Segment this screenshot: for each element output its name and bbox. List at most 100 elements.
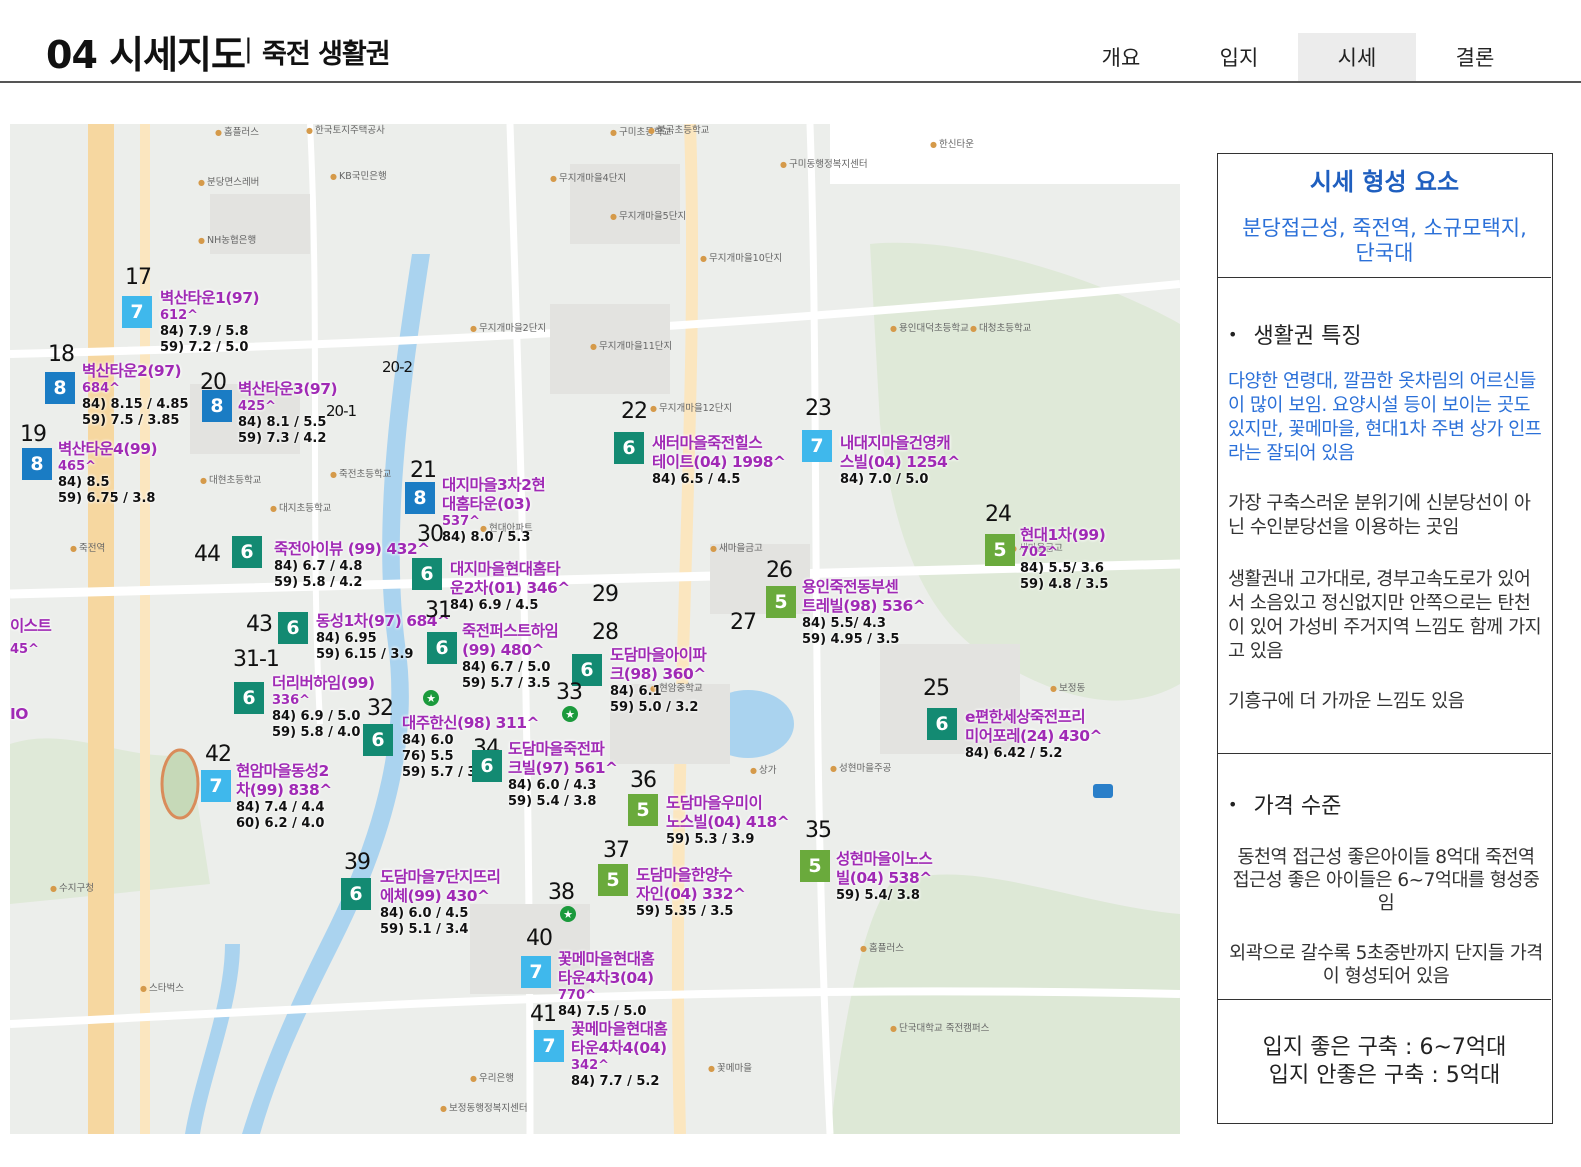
page-header: 04 시세지도 | 죽전 생활권 개요 입지 시세 결론 — [0, 0, 1581, 84]
apartment-name: 내대지마을건영캐 — [840, 434, 951, 452]
price-map[interactable]: 한국토지주택공사홈플러스분당면스레버KB국민은행NH농협은행무지개마을4단지무지… — [10, 124, 1180, 1134]
apartment-name: 도담마을죽전파 — [508, 740, 605, 758]
area-features-note-1: 가장 구축스러운 분위기에 신분당선이 아닌 수인분당선을 이용하는 곳임 — [1228, 493, 1531, 539]
apartment-name: 트레빌(98) 536^ — [802, 596, 926, 615]
complex-number: 25 — [923, 676, 950, 701]
apartment-label[interactable]: 새터마을죽전힐스 테이트(04) 1998^ 84) 6.5 / 4.5 — [652, 434, 786, 488]
price-line: 84) 5.5/ 3.6 — [1020, 560, 1104, 576]
complex-number: 31-1 — [233, 647, 280, 672]
apartment-label[interactable]: 성현마을이노스 빌(04) 538^ 59) 5.4/ 3.8 — [836, 850, 933, 904]
price-band-badge[interactable]: 6 — [341, 878, 371, 910]
price-band-badge[interactable]: 6 — [427, 632, 457, 664]
household-count: 465^ — [58, 458, 97, 474]
price-band-badge[interactable]: 5 — [800, 850, 830, 882]
price-line: 84) 6.7 / 5.0 — [462, 659, 551, 675]
price-line: 84) 7.5 / 5.0 — [558, 1003, 647, 1019]
complex-number: 28 — [592, 620, 619, 645]
price-line: 84) 7.9 / 5.8 — [160, 323, 249, 339]
apartment-name: 자인(04) 332^ — [636, 884, 746, 903]
price-line: 59) 7.5 / 3.85 — [82, 412, 180, 428]
tab-location[interactable]: 입지 — [1180, 33, 1298, 81]
apartment-label[interactable]: 현대1차(99) 702^ 84) 5.5/ 3.6 59) 4.8 / 3.5 — [1020, 526, 1108, 592]
map-poi-label: 상가 — [750, 765, 776, 776]
header-divider — [0, 81, 1581, 83]
apartment-label[interactable]: 용인죽전동부센 트레빌(98) 536^ 84) 5.5/ 4.3 59) 4.95 … — [802, 578, 926, 648]
apartment-name: 꽃메마을현대홈 — [571, 1020, 668, 1038]
apartment-label[interactable]: 벽산타운3(97) 425^ 84) 8.1 / 5.5 59) 7.3 / 4.2 — [238, 380, 338, 446]
map-poi-label: 무지개마을2단지 — [470, 323, 546, 334]
price-band-badge[interactable]: 5 — [985, 534, 1015, 566]
apartment-label[interactable]: 죽전퍼스트하임 (99) 480^ 84) 6.7 / 5.0 59) 5.7 / 3… — [462, 622, 559, 692]
apartment-label[interactable]: 벽산타운1(97) 612^ 84) 7.9 / 5.8 59) 7.2 / 5.0 — [160, 289, 260, 355]
apartment-label[interactable]: 도담마을아이파 크(98) 360^ 84) 6.1 59) 5.0 / 3.2 — [610, 646, 707, 716]
apartment-name: 도담마을한양수 — [636, 866, 733, 884]
apartment-name: 죽전퍼스트하임 — [462, 622, 559, 640]
apartment-label[interactable]: 꽃메마을현대홈 타운4차3(04) 770^ 84) 7.5 / 5.0 — [558, 950, 655, 1020]
complex-number: 36 — [630, 768, 657, 793]
apartment-label[interactable]: 더리버하임(99) 336^ 84) 6.9 / 5.0 59) 5.8 / 4.0 — [272, 674, 375, 740]
apartment-label[interactable]: 죽전아이뷰 (99) 432^ 84) 6.7 / 4.8 59) 5.8 / 4.… — [274, 540, 430, 591]
apartment-label[interactable]: 현암마을동성2 차(99) 838^ 84) 7.4 / 4.4 60) 6.2 / … — [236, 762, 332, 832]
area-features-note-3: 기흥구에 더 가까운 느낌도 있음 — [1228, 691, 1465, 712]
map-poi-label: 무지개마을5단지 — [610, 211, 686, 222]
price-band-badge[interactable]: 7 — [122, 296, 152, 328]
price-band-badge[interactable]: 7 — [521, 956, 551, 988]
complex-number: 29 — [592, 582, 619, 607]
price-band-badge[interactable]: 7 — [802, 430, 832, 462]
tab-price[interactable]: 시세 — [1298, 33, 1416, 81]
price-band-badge[interactable]: 6 — [278, 612, 308, 644]
apartment-name: 차(99) 838^ — [236, 780, 332, 799]
complex-number: 40 — [526, 926, 553, 951]
price-band-badge[interactable]: 6 — [363, 724, 393, 756]
apartment-name: 새터마을죽전힐스 — [652, 434, 763, 452]
apartment-label[interactable]: 벽산타운4(99) 465^ 84) 8.5 59) 6.75 / 3.8 — [58, 440, 158, 506]
price-band-badge[interactable]: 8 — [405, 482, 435, 514]
apartment-label[interactable]: 대지마을현대홈타 운2차(01) 346^ 84) 6.9 / 4.5 — [450, 560, 570, 614]
complex-number: 43 — [246, 612, 273, 637]
price-band-badge[interactable]: 7 — [534, 1030, 564, 1062]
summary-good-location: 입지 좋은 구축 : 6~7억대 — [1262, 1035, 1507, 1060]
apartment-name: 죽전아이뷰 (99) 432^ — [274, 540, 430, 558]
apartment-label[interactable]: 도담마을우미이 노스빌(04) 418^ 59) 5.3 / 3.9 — [666, 794, 790, 848]
map-poi-label: KB국민은행 — [330, 171, 387, 182]
price-band-badge[interactable]: 5 — [628, 794, 658, 826]
price-line: 59) 5.0 / 3.2 — [610, 699, 699, 715]
price-band-badge[interactable]: 8 — [45, 372, 75, 404]
price-line: 59) 5.7 / 3.5 — [462, 675, 551, 691]
apartment-label[interactable]: e편한세상죽전프리 미어포레(24) 430^ 84) 6.42 / 5.2 — [965, 708, 1103, 762]
apartment-label[interactable]: 도담마을죽전파 크빌(97) 561^ 84) 6.0 / 4.3 59) 5.4 /… — [508, 740, 618, 810]
apartment-label[interactable]: 대지마을3차2현 대홈타운(03) 537^ 84) 8.0 / 5.3 — [442, 476, 546, 546]
price-factors-title: 시세 형성 요소 — [1309, 168, 1460, 196]
map-poi-label: 단국대학교 죽전캠퍼스 — [890, 1023, 989, 1034]
apartment-label[interactable]: 벽산타운2(97) 684^ 84) 8.15 / 4.85 59) 7.5 / 3.… — [82, 362, 189, 428]
price-band-badge[interactable]: 6 — [614, 432, 644, 464]
price-band-badge[interactable]: 5 — [598, 864, 628, 896]
apartment-label[interactable]: 내대지마을건영캐 스빌(04) 1254^ 84) 7.0 / 5.0 — [840, 434, 960, 488]
area-features-note-2: 생활권내 고가대로, 경부고속도로가 있어서 소음있고 정신없지만 안쪽으로는 … — [1228, 569, 1542, 663]
price-line: 59) 5.8 / 4.0 — [272, 724, 361, 740]
tab-conclusion[interactable]: 결론 — [1416, 33, 1534, 81]
apartment-name: e편한세상죽전프리 — [965, 708, 1086, 726]
price-band-badge[interactable]: 7 — [201, 770, 231, 802]
price-band-badge[interactable]: 6 — [927, 708, 957, 740]
price-band-badge[interactable]: 6 — [234, 682, 264, 714]
map-poi-label: NH농협은행 — [198, 235, 256, 246]
apartment-name: 현암마을동성2 — [236, 762, 329, 780]
price-band-badge[interactable]: 6 — [232, 536, 262, 568]
price-band-badge[interactable]: 8 — [202, 390, 232, 422]
map-poi-label: 대현초등학교 — [200, 475, 261, 486]
complex-number: 32 — [367, 696, 394, 721]
complex-number: 27 — [730, 610, 757, 635]
price-line: 84) 5.5/ 4.3 — [802, 615, 886, 631]
apartment-label[interactable]: 도담마을한양수 자인(04) 332^ 59) 5.35 / 3.5 — [636, 866, 746, 920]
apartment-label[interactable]: 꽃메마을현대홈 타운4차4(04) 342^ 84) 7.7 / 5.2 — [571, 1020, 668, 1090]
apartment-name: 도담마을7단지뜨리 — [380, 868, 501, 886]
apartment-label[interactable]: 도담마을7단지뜨리 에체(99) 430^ 84) 6.0 / 4.5 59) 5.1… — [380, 868, 501, 938]
apartment-name: 현대1차(99) — [1020, 526, 1106, 544]
price-band-badge[interactable]: 8 — [22, 448, 52, 480]
price-band-badge[interactable]: 6 — [472, 750, 502, 782]
household-count: 336^ — [272, 692, 311, 708]
tab-overview[interactable]: 개요 — [1062, 33, 1180, 81]
price-band-badge[interactable]: 6 — [412, 558, 442, 590]
price-band-badge[interactable]: 5 — [766, 586, 796, 618]
